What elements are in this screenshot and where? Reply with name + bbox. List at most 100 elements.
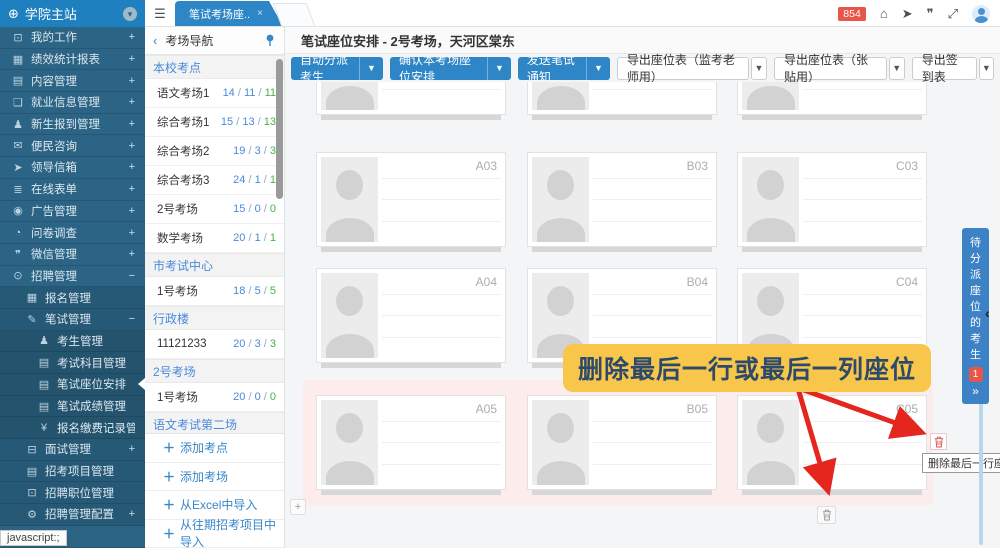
export-button-2[interactable]: 导出签到表: [912, 57, 977, 80]
sidebar-item-ad-mgmt[interactable]: ◉广告管理+: [0, 201, 145, 223]
fullscreen-icon[interactable]: ⤢: [948, 7, 958, 20]
exam-room-item[interactable]: 数学考场20 / 1 / 1: [145, 224, 284, 253]
exam-room-item[interactable]: 综合考场324 / 1 / 1: [145, 166, 284, 195]
idcard-icon: ⊡: [24, 486, 40, 499]
export-button-1[interactable]: 导出座位表（张贴用）: [774, 57, 887, 80]
export-button-0[interactable]: 导出座位表（监考老师用）: [617, 57, 749, 80]
sidebar-item-written-exam-mgmt[interactable]: ✎笔试管理−: [0, 309, 145, 331]
send-icon: ➤: [10, 161, 26, 174]
panel-collapse-handle[interactable]: ‹: [985, 305, 990, 321]
sidebar-item-exam-subject-mgmt[interactable]: ▤考试科目管理: [0, 352, 145, 374]
tab-written-exam-room[interactable]: 笔试考场座.. ×: [175, 1, 283, 26]
sidebar-item-online-forms[interactable]: ≣在线表单+: [0, 179, 145, 201]
clock-icon: ◔: [10, 227, 26, 239]
primary-button-1[interactable]: 确认本考场座位安排▼: [390, 57, 511, 80]
primary-button-2[interactable]: 发送笔试通知▼: [518, 57, 610, 80]
messages-icon[interactable]: ❞: [927, 7, 934, 20]
seat-field-row: C03: [803, 157, 922, 179]
delete-last-column-button[interactable]: [817, 506, 836, 524]
seat-field-row: [803, 179, 922, 201]
expand-tab-icon[interactable]: »: [962, 384, 989, 398]
exam-room-item[interactable]: 1号考场18 / 5 / 5: [145, 277, 284, 306]
nav-scrollbar-thumb[interactable]: [276, 59, 283, 199]
seat-card-A04[interactable]: A04: [316, 268, 506, 363]
seat-card-C05[interactable]: C05: [737, 395, 927, 490]
sidebar-header[interactable]: ⊕ 学院主站 ▾: [0, 0, 145, 27]
seat-card-B03[interactable]: B03: [527, 152, 717, 247]
sidebar-item-label: 问卷调查: [31, 225, 125, 241]
collapse-panel-icon[interactable]: ‹: [153, 33, 157, 48]
dropdown-caret-icon[interactable]: ▼: [751, 57, 767, 80]
right-scrollbar-track[interactable]: [979, 398, 983, 545]
exam-room-item[interactable]: 1112123320 / 3 / 3: [145, 330, 284, 359]
sidebar-item-written-score-mgmt[interactable]: ▤笔试成绩管理: [0, 396, 145, 418]
room-section-header-3[interactable]: 2号考场: [145, 359, 284, 383]
sidebar-item-my-work[interactable]: ⊡我的工作+: [0, 27, 145, 49]
dropdown-caret-icon[interactable]: ▼: [889, 57, 905, 80]
sidebar-toggle-icon[interactable]: ☰: [145, 0, 175, 26]
sidebar-item-recruit-mgmt[interactable]: ⊙招聘管理−: [0, 266, 145, 288]
sidebar-item-recruit-position-mgmt[interactable]: ⊡招聘职位管理: [0, 482, 145, 504]
users-icon: ♟: [10, 118, 26, 131]
sidebar-item-written-seat-arrangement[interactable]: ▤笔试座位安排: [0, 374, 145, 396]
sidebar-item-freshman-registration[interactable]: ♟新生报到管理+: [0, 114, 145, 136]
exam-room-item[interactable]: 语文考场114 / 11 / 11: [145, 79, 284, 108]
sidebar-item-recruit-config[interactable]: ⚙招聘管理配置+: [0, 504, 145, 526]
home-icon[interactable]: ⌂: [880, 7, 888, 20]
sidebar-item-survey[interactable]: ◔问卷调查+: [0, 222, 145, 244]
dropdown-caret-icon[interactable]: ▼: [487, 57, 511, 80]
exam-room-item[interactable]: 综合考场115 / 13 / 13: [145, 108, 284, 137]
dropdown-caret-icon[interactable]: ▼: [586, 57, 610, 80]
notification-badge[interactable]: 854: [838, 7, 866, 21]
seat-field-row: [382, 443, 501, 465]
pending-tab-char: 待: [962, 235, 989, 251]
add-row-button[interactable]: +: [290, 499, 306, 515]
room-section-header-0[interactable]: 本校考点: [145, 55, 284, 79]
sidebar-item-payment-records[interactable]: ¥报名缴费记录管理: [0, 417, 145, 439]
exam-room-item[interactable]: 2号考场15 / 0 / 0: [145, 195, 284, 224]
nav-action-1[interactable]: ＋添加考场: [145, 463, 284, 492]
seat-card-partial-2[interactable]: [737, 82, 927, 115]
chart-icon: ▦: [10, 53, 26, 66]
dropdown-caret-icon[interactable]: ▼: [359, 57, 383, 80]
seat-card-partial-1[interactable]: [527, 82, 717, 115]
sidebar-item-content-mgmt[interactable]: ▤内容管理+: [0, 70, 145, 92]
seat-field-row: [593, 90, 712, 111]
tab-close-icon[interactable]: ×: [257, 8, 263, 19]
room-section-header-1[interactable]: 市考试中心: [145, 253, 284, 277]
seat-card-A03[interactable]: A03: [316, 152, 506, 247]
nav-action-2[interactable]: ＋从Excel中导入: [145, 491, 284, 520]
sidebar-item-label: 考生管理: [57, 333, 135, 349]
sidebar-item-recruit-project-mgmt[interactable]: ▤招考项目管理: [0, 461, 145, 483]
send-icon[interactable]: ➤: [902, 7, 913, 20]
nav-action-0[interactable]: ＋添加考点: [145, 434, 284, 463]
seat-card-partial-0[interactable]: [316, 82, 506, 115]
sidebar-item-employment-info[interactable]: ❏就业信息管理+: [0, 92, 145, 114]
room-section-header-2[interactable]: 行政楼: [145, 306, 284, 330]
seat-card-B05[interactable]: B05: [527, 395, 717, 490]
seat-card-C03[interactable]: C03: [737, 152, 927, 247]
dropdown-caret-icon[interactable]: ▼: [979, 57, 994, 80]
trash-icon: [934, 436, 944, 448]
sidebar-item-performance-reports[interactable]: ▦绩效统计报表+: [0, 49, 145, 71]
sidebar-item-leader-mailbox[interactable]: ➤领导信箱+: [0, 157, 145, 179]
sidebar-item-interview-mgmt[interactable]: ⊟面试管理+: [0, 439, 145, 461]
exam-room-item[interactable]: 综合考场219 / 3 / 3: [145, 137, 284, 166]
chevron-down-circle-icon[interactable]: ▾: [123, 7, 137, 21]
pin-icon[interactable]: [264, 34, 276, 47]
seat-field-row: [593, 443, 712, 465]
pencil-icon: ✎: [24, 313, 40, 326]
nav-action-3[interactable]: ＋从往期招考项目中导入: [145, 520, 284, 548]
sidebar-item-wechat-mgmt[interactable]: ❞微信管理+: [0, 244, 145, 266]
sidebar-item-candidate-mgmt[interactable]: ♟考生管理: [0, 331, 145, 353]
seat-fields: C03: [803, 157, 922, 242]
seat-card-A05[interactable]: A05: [316, 395, 506, 490]
sidebar-item-public-consult[interactable]: ✉便民咨询+: [0, 135, 145, 157]
expand-plus-icon: +: [129, 161, 135, 173]
user-avatar[interactable]: [972, 5, 990, 23]
exam-room-item[interactable]: 1号考场20 / 0 / 0: [145, 383, 284, 412]
primary-button-0[interactable]: 自动分派考生▼: [291, 57, 383, 80]
delete-last-row-button[interactable]: [930, 433, 947, 450]
pending-tab-char: 生: [962, 347, 989, 363]
sidebar-item-signup-mgmt[interactable]: ▦报名管理: [0, 287, 145, 309]
